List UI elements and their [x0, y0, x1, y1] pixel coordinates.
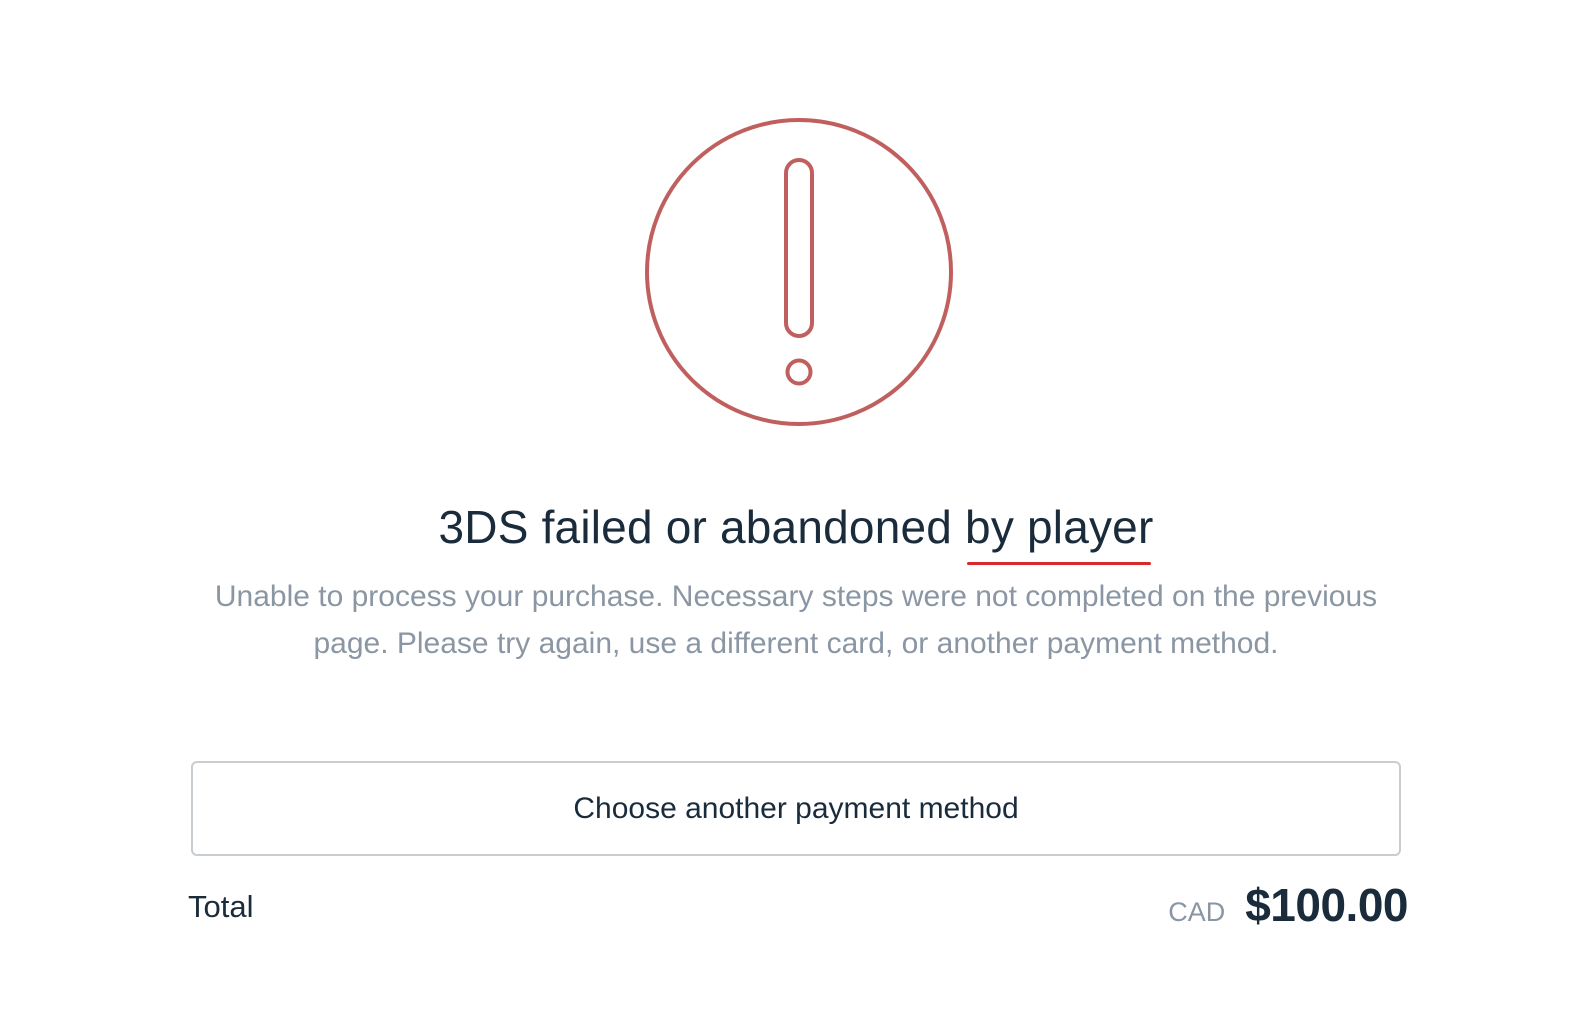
error-heading-underlined-text: by player: [965, 501, 1154, 553]
spellcheck-underline: [967, 562, 1152, 565]
exclamation-circle-icon: [645, 118, 953, 426]
payment-error-page: 3DS failed or abandoned by player Unable…: [0, 0, 1592, 1030]
currency-code: CAD: [1168, 897, 1226, 927]
total-price: $100.00: [1245, 879, 1408, 931]
error-heading-text: 3DS failed or abandoned: [438, 501, 966, 553]
total-label: Total: [188, 889, 254, 924]
choose-another-payment-method-button[interactable]: Choose another payment method: [191, 761, 1401, 856]
error-message: Unable to process your purchase. Necessa…: [214, 580, 1378, 660]
spellcheck-underlined-text: by player: [965, 497, 1154, 565]
error-heading: 3DS failed or abandoned by player: [0, 497, 1592, 565]
total-amount: CAD $100.00: [1168, 878, 1408, 938]
